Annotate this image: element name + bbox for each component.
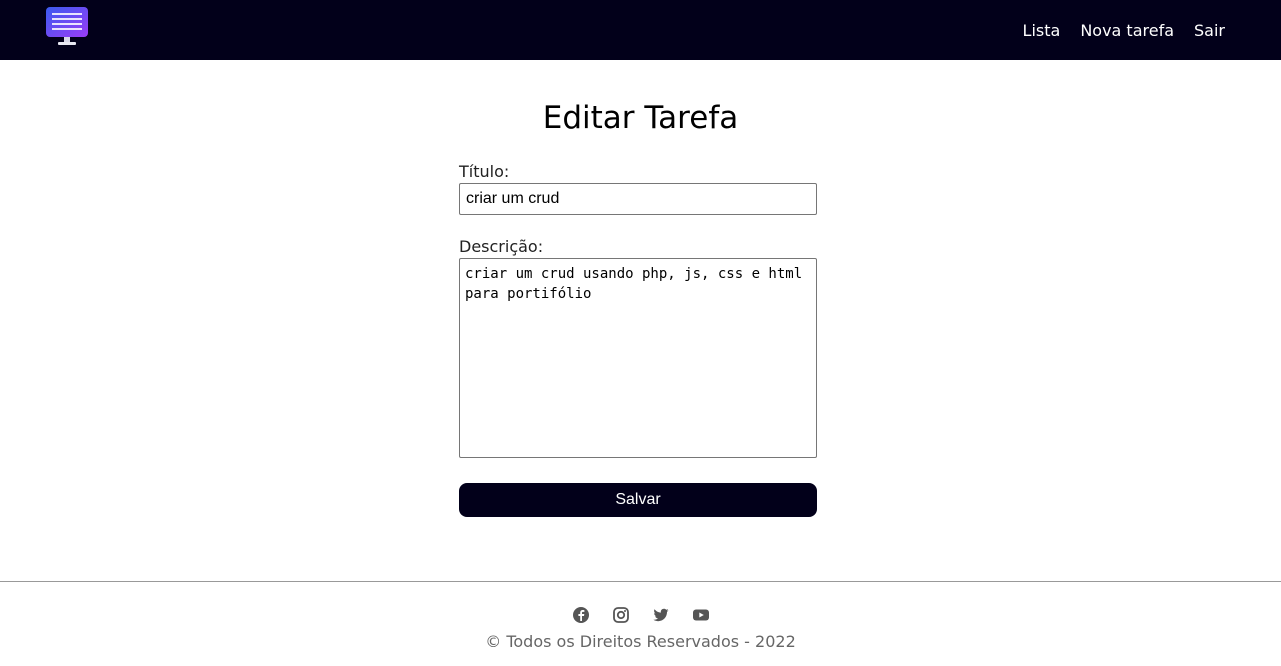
social-links xyxy=(0,606,1281,624)
nav-link-lista[interactable]: Lista xyxy=(1023,21,1061,40)
monitor-list-icon[interactable] xyxy=(44,6,90,46)
description-textarea[interactable]: criar um crud usando php, js, css e html… xyxy=(459,258,817,458)
navbar: Lista Nova tarefa Sair xyxy=(0,0,1281,60)
instagram-icon[interactable] xyxy=(612,606,630,624)
title-input[interactable] xyxy=(459,183,817,215)
nav-links: Lista Nova tarefa Sair xyxy=(1023,0,1225,60)
twitter-icon[interactable] xyxy=(652,606,670,624)
edit-task-form: Título: Descrição: criar um crud usando … xyxy=(459,162,817,517)
save-button[interactable]: Salvar xyxy=(459,483,817,517)
description-label: Descrição: xyxy=(459,237,544,256)
title-label: Título: xyxy=(459,162,510,181)
page-title: Editar Tarefa xyxy=(542,100,739,136)
nav-link-nova-tarefa[interactable]: Nova tarefa xyxy=(1080,21,1174,40)
nav-link-sair[interactable]: Sair xyxy=(1194,21,1225,40)
footer-divider xyxy=(0,581,1281,582)
facebook-icon[interactable] xyxy=(572,606,590,624)
copyright-text: © Todos os Direitos Reservados - 2022 xyxy=(485,632,796,651)
youtube-icon[interactable] xyxy=(692,606,710,624)
